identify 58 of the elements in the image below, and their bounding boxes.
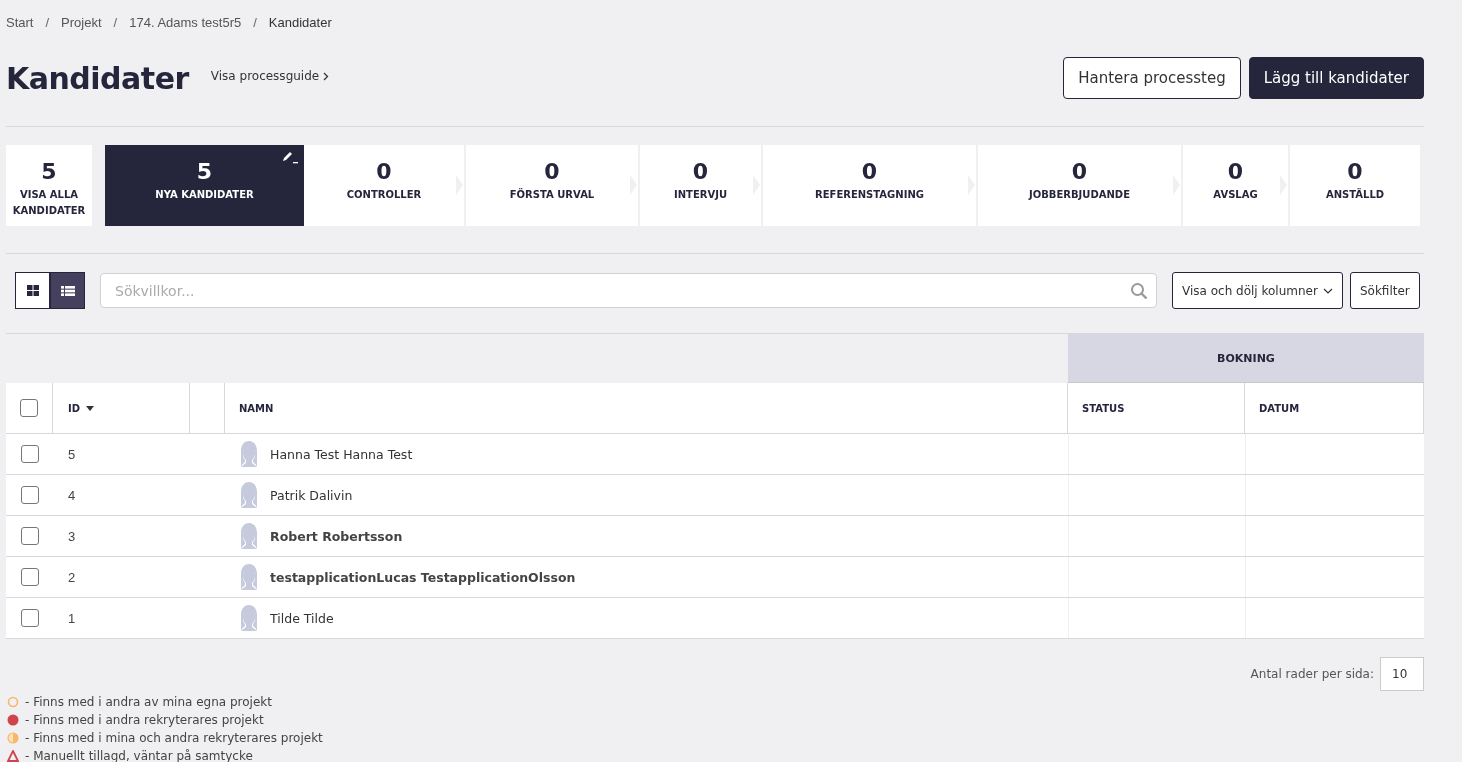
manage-steps-button[interactable]: Hantera processteg: [1063, 57, 1241, 99]
stage-tab[interactable]: 0 JOBBERBJUDANDE: [978, 145, 1183, 226]
breadcrumb-separator: /: [113, 14, 118, 30]
candidate-name[interactable]: Hanna Test Hanna Test: [270, 446, 413, 462]
stage-tab[interactable]: 0 REFERENSTAGNING: [763, 145, 978, 226]
list-icon: [60, 285, 75, 296]
breadcrumb-separator: /: [253, 14, 257, 30]
row-checkbox[interactable]: [20, 486, 39, 504]
column-header[interactable]: ID: [68, 402, 95, 414]
search-filter-button[interactable]: Sökfilter: [1349, 272, 1420, 309]
row-checkbox[interactable]: [20, 445, 39, 463]
column-group-header: BOKNING: [1068, 334, 1424, 383]
legend-text: - Finns med i andra rekryterares projekt: [25, 713, 264, 727]
stage-tab[interactable]: 0 ANSTÄLLD: [1290, 145, 1422, 226]
column-header[interactable]: STATUS: [1082, 402, 1125, 414]
column-header[interactable]: DATUM: [1259, 402, 1300, 414]
chevron-right-icon: [323, 71, 330, 81]
stage-tab[interactable]: 0 FÖRSTA URVAL: [466, 145, 640, 226]
column-header[interactable]: NAMN: [239, 402, 274, 414]
breadcrumb-separator: /: [45, 14, 50, 30]
row-checkbox[interactable]: [20, 527, 39, 545]
rows-per-page-label: Antal rader per sida:: [1250, 667, 1374, 681]
stage-tab[interactable]: 0 CONTROLLER: [304, 145, 466, 226]
id-cell: 4: [68, 487, 76, 503]
breadcrumb-current: Kandidater: [268, 14, 332, 30]
row-checkbox[interactable]: [20, 568, 39, 586]
columns-dropdown-button[interactable]: Visa och dölj kolumner: [1172, 272, 1343, 309]
select-all-checkbox[interactable]: [20, 399, 38, 417]
candidate-name[interactable]: Patrik Dalivin: [270, 487, 353, 503]
id-cell: 1: [68, 610, 76, 626]
id-cell: 5: [68, 446, 76, 462]
id-cell: 3: [68, 528, 76, 544]
breadcrumb-link[interactable]: Projekt: [61, 14, 102, 30]
id-cell: 2: [68, 569, 76, 585]
grid-view-button[interactable]: [15, 272, 50, 309]
stage-tab[interactable]: 0 INTERVJU: [640, 145, 763, 226]
search-icon: [1130, 281, 1148, 300]
sort-caret-icon: [86, 405, 95, 411]
page-title: Kandidater: [6, 60, 189, 96]
rows-per-page-field[interactable]: 10: [1380, 657, 1424, 691]
add-candidates-button[interactable]: Lägg till kandidater: [1248, 57, 1424, 99]
legend-text: - Finns med i mina och andra rekryterares projekt: [25, 731, 323, 745]
chevron-down-icon: [1322, 287, 1333, 294]
breadcrumb-link[interactable]: 174. Adams test5r5: [129, 14, 242, 30]
candidate-name[interactable]: Robert Robertsson: [270, 528, 403, 544]
candidate-name[interactable]: Tilde Tilde: [270, 610, 334, 626]
list-view-button[interactable]: [50, 272, 85, 309]
breadcrumb-link[interactable]: Start: [6, 14, 34, 30]
edit-icon: [281, 150, 299, 164]
legend-text: - Manuellt tillagd, väntar på samtycke: [25, 749, 253, 762]
legend-text: - Finns med i andra av mina egna projekt: [25, 695, 272, 709]
stage-tab[interactable]: 5 NYA KANDIDATER: [105, 145, 304, 226]
grid-icon: [26, 285, 39, 296]
row-checkbox[interactable]: [20, 609, 39, 627]
stage-tab[interactable]: 5 VISA ALLA KANDIDATER: [6, 145, 94, 226]
candidate-name[interactable]: testapplicationLucas TestapplicationOlsson: [270, 569, 576, 585]
process-guide-link[interactable]: Visa processguide: [210, 69, 330, 83]
stage-tab[interactable]: 0 AVSLAG: [1183, 145, 1290, 226]
